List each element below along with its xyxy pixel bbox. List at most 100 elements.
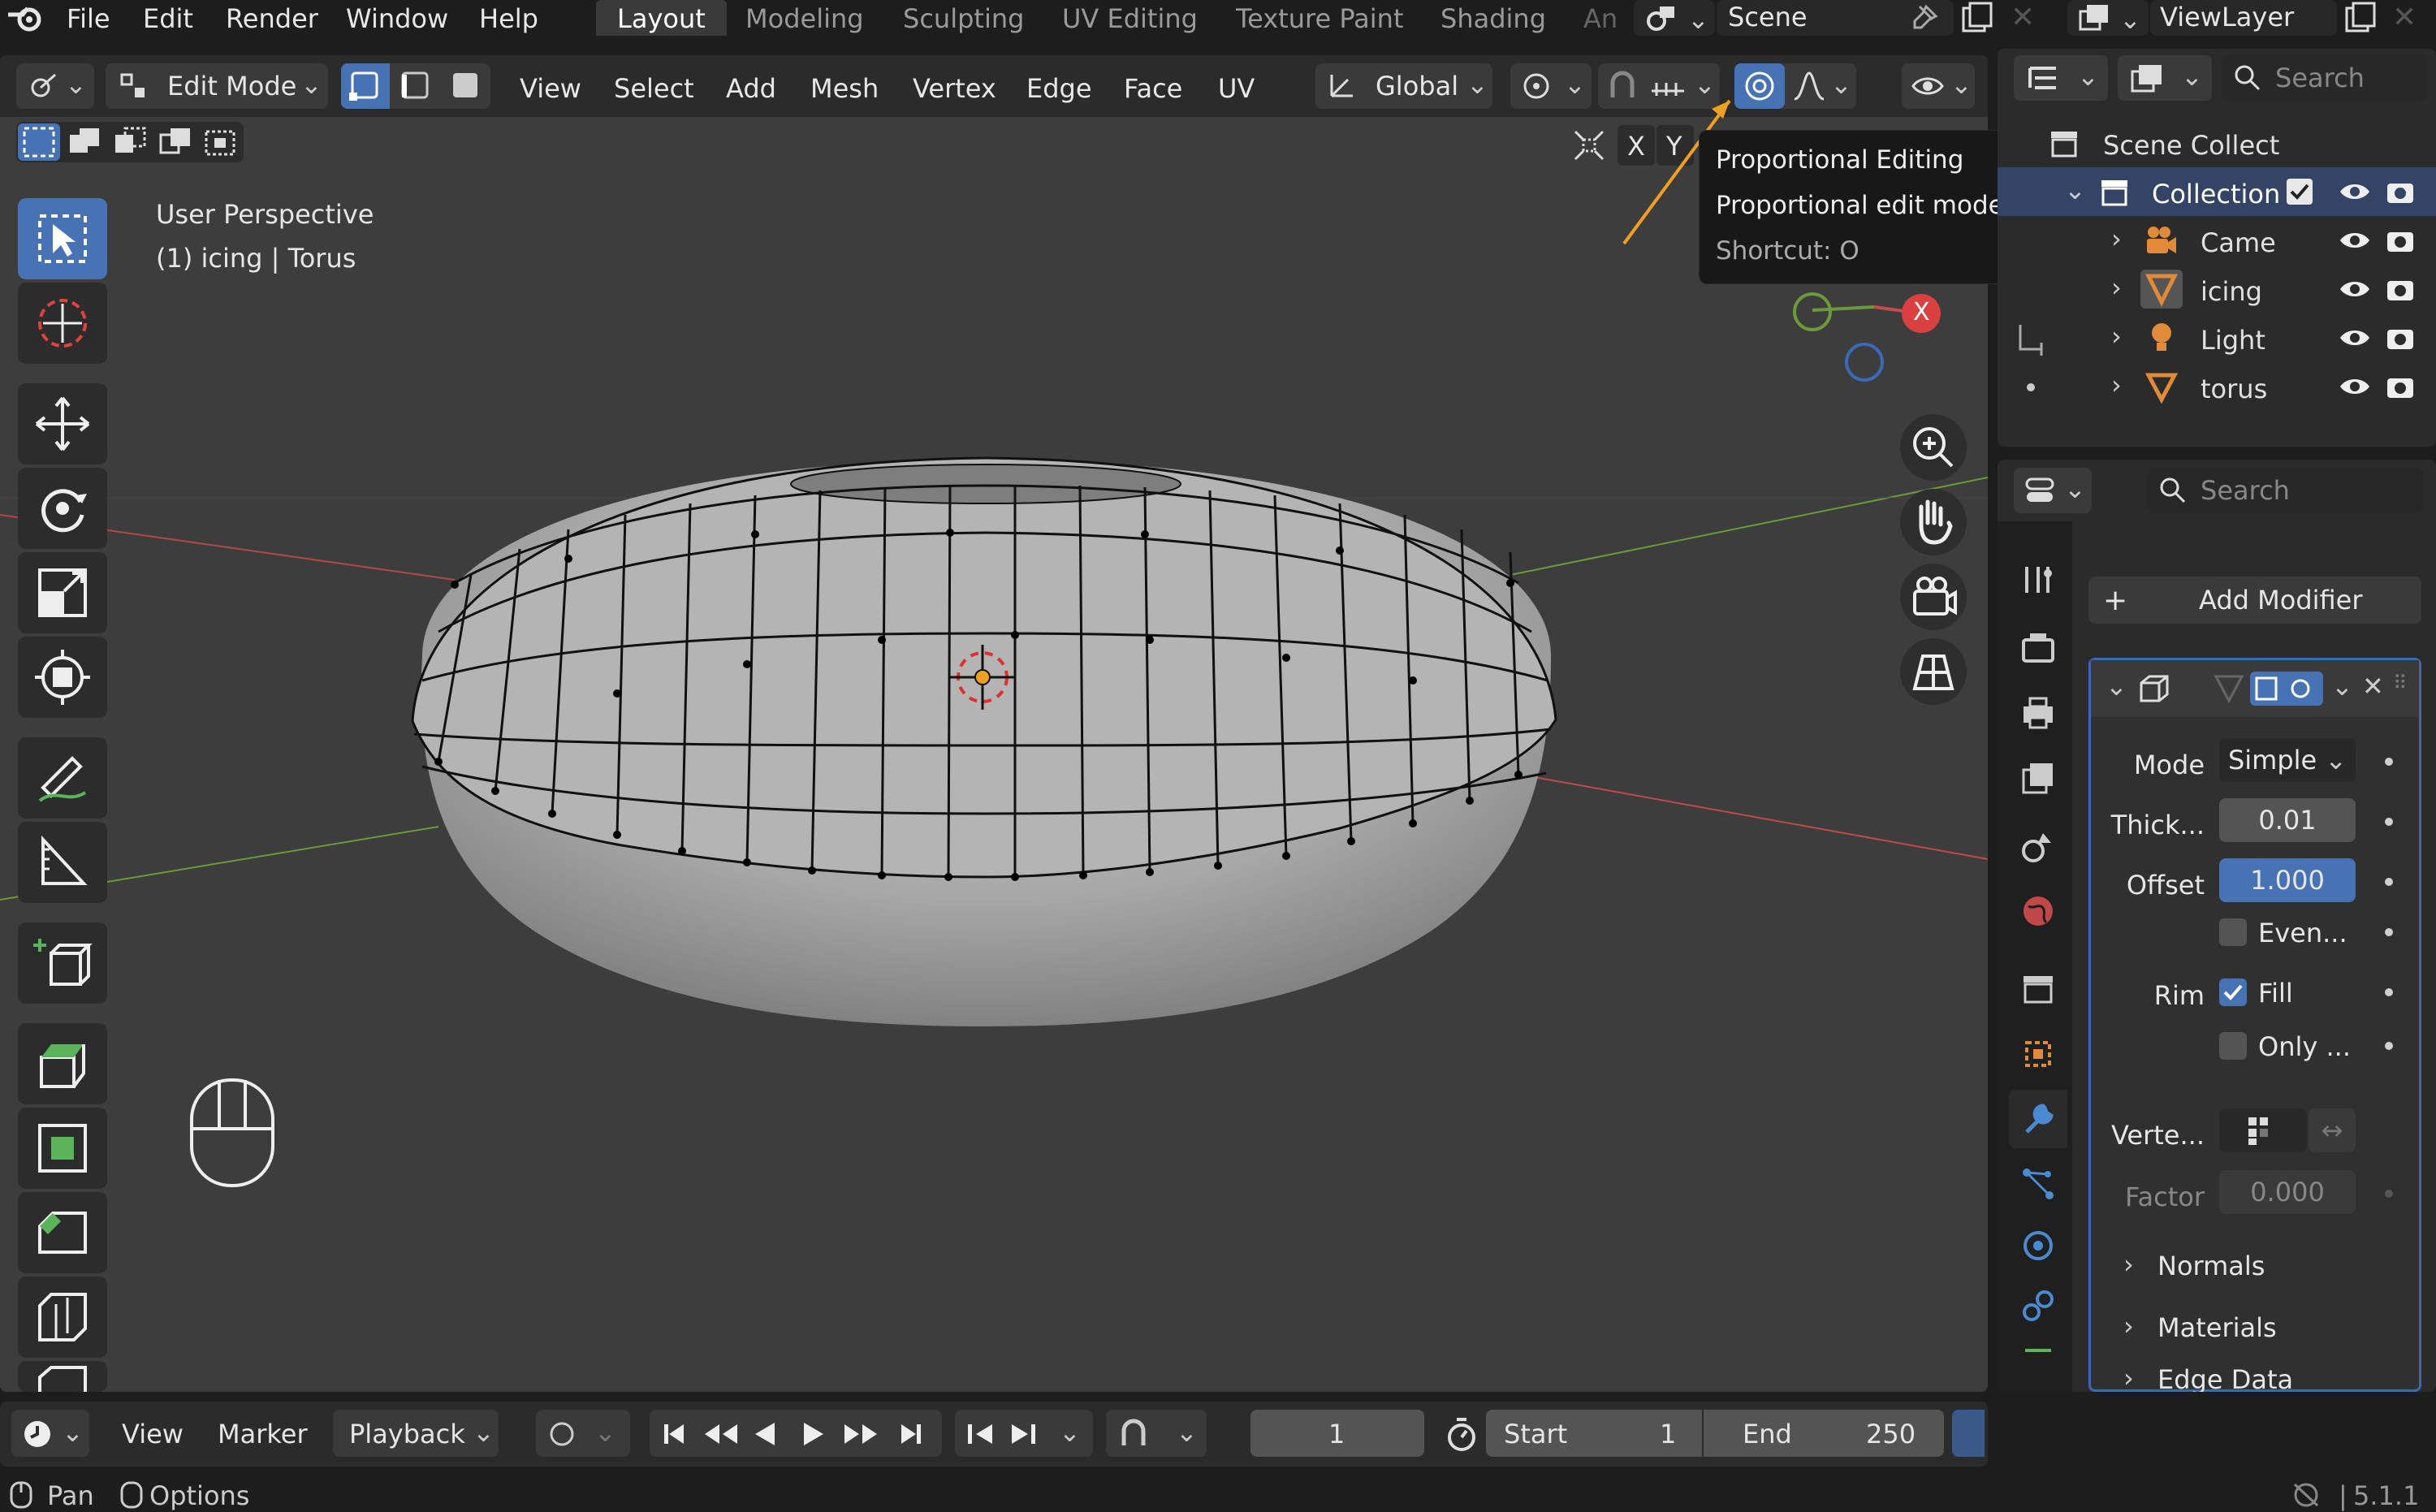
next-keyframe-icon[interactable]	[841, 1418, 880, 1450]
tool-select-box[interactable]	[18, 198, 107, 279]
prev-marker-icon[interactable]	[963, 1418, 999, 1450]
tool-knife[interactable]	[18, 1361, 107, 1392]
display-mode-button[interactable]: ⌄	[2118, 55, 2212, 101]
tool-add-cube[interactable]	[18, 922, 107, 1004]
render-camera-icon[interactable]	[2384, 274, 2417, 304]
view-layer-selector-button[interactable]: ⌄	[2067, 0, 2149, 36]
play-reverse-icon[interactable]	[749, 1418, 781, 1450]
drag-handle-icon[interactable]: ⠿	[2393, 673, 2408, 693]
start-frame-field[interactable]: Start 1	[1486, 1410, 1702, 1457]
chevron-down-icon[interactable]: ⌄	[2064, 177, 2086, 203]
render-camera-icon[interactable]	[2384, 177, 2417, 206]
offset-field[interactable]: 1.000	[2219, 858, 2356, 902]
tab-object[interactable]	[2009, 1025, 2067, 1083]
tool-scale[interactable]	[18, 552, 107, 633]
menu-uv[interactable]: UV	[1218, 73, 1255, 104]
chevron-down-icon[interactable]: ⌄	[1059, 1419, 1081, 1445]
edge-data-subpanel[interactable]: › Edge Data	[2123, 1365, 2416, 1392]
tab-scene[interactable]	[2009, 817, 2067, 875]
delete-view-layer-icon[interactable]: ✕	[2392, 3, 2417, 32]
vertex-group-field[interactable]	[2219, 1108, 2307, 1152]
tab-modifiers[interactable]	[2009, 1090, 2067, 1148]
tab-world[interactable]	[2009, 882, 2067, 940]
render-camera-icon[interactable]	[2384, 323, 2417, 352]
timeline-editor-type-button[interactable]: ⌄	[11, 1410, 89, 1457]
jump-end-icon[interactable]	[895, 1418, 927, 1450]
tool-measure[interactable]	[18, 822, 107, 903]
materials-subpanel[interactable]: › Materials	[2123, 1305, 2416, 1350]
visibility-eye-icon[interactable]	[2337, 177, 2373, 206]
edge-select-button[interactable]	[391, 63, 440, 109]
visibility-eye-icon[interactable]	[2337, 226, 2373, 255]
select-intersect-icon[interactable]	[200, 123, 242, 161]
falloff-curve-icon[interactable]	[1791, 70, 1827, 102]
collection-checkbox[interactable]	[2287, 179, 2313, 205]
outliner-row-camera[interactable]: › Came	[1998, 216, 2436, 265]
tab-particles[interactable]	[2009, 1155, 2067, 1213]
face-select-button[interactable]	[442, 63, 490, 109]
mode-dropdown[interactable]: Simple ⌄	[2219, 738, 2356, 782]
chevron-right-icon[interactable]: ›	[2111, 323, 2122, 349]
pan-button[interactable]	[1900, 489, 1967, 555]
delete-scene-icon[interactable]: ✕	[2011, 3, 2035, 32]
keyframe-dot[interactable]	[2385, 1042, 2393, 1050]
properties-search-input[interactable]: Search	[2147, 468, 2423, 513]
tab-data[interactable]	[2009, 1333, 2067, 1374]
keyframe-dot[interactable]	[2385, 928, 2393, 936]
menu-mesh[interactable]: Mesh	[810, 73, 879, 104]
properties-editor-type-button[interactable]: ⌄	[2014, 468, 2092, 513]
jump-start-icon[interactable]	[658, 1418, 690, 1450]
view-layer-name-field[interactable]: ViewLayer	[2150, 0, 2337, 36]
menu-add[interactable]: Add	[726, 73, 776, 104]
keyframe-dot[interactable]	[2385, 758, 2393, 766]
next-marker-icon[interactable]	[1005, 1418, 1041, 1450]
snapping-dropdown[interactable]: ⌄	[1106, 1410, 1207, 1457]
select-new-button[interactable]	[18, 123, 60, 161]
tool-annotate[interactable]	[18, 737, 107, 819]
tab-modeling[interactable]: Modeling	[745, 0, 864, 36]
tab-render[interactable]	[2009, 619, 2067, 677]
thickness-field[interactable]: 0.01	[2219, 798, 2356, 842]
menu-help[interactable]: Help	[479, 3, 538, 34]
play-icon[interactable]	[797, 1418, 830, 1450]
zoom-button[interactable]	[1900, 414, 1967, 481]
timeline-menu-marker[interactable]: Marker	[218, 1421, 308, 1447]
chevron-down-icon[interactable]: ⌄	[2331, 673, 2353, 699]
ortho-toggle-button[interactable]	[1900, 638, 1967, 705]
pivot-point-dropdown[interactable]: ⌄	[1510, 63, 1592, 109]
normals-subpanel[interactable]: › Normals	[2123, 1243, 2416, 1289]
editor-type-button[interactable]: ⌄	[16, 63, 94, 109]
auto-keying-toggle[interactable]: ⌄	[536, 1410, 630, 1457]
tab-output[interactable]	[2009, 684, 2067, 742]
select-subtract-icon[interactable]	[109, 123, 151, 161]
tab-physics[interactable]	[2009, 1216, 2067, 1275]
tab-sculpting[interactable]: Sculpting	[903, 0, 1024, 36]
new-scene-icon[interactable]	[1959, 0, 1996, 36]
tab-layout[interactable]: Layout	[596, 0, 727, 36]
keyframe-dot[interactable]	[2385, 988, 2393, 996]
menu-file[interactable]: File	[67, 3, 110, 34]
invert-vertex-group-toggle[interactable]: ↔	[2309, 1108, 2356, 1152]
tool-move[interactable]	[18, 383, 107, 464]
end-frame-field[interactable]: End 250	[1704, 1410, 1944, 1457]
show-in-editmode-toggle[interactable]	[2250, 672, 2323, 706]
chevron-right-icon[interactable]: ›	[2111, 226, 2122, 252]
chevron-right-icon[interactable]: ›	[2111, 274, 2122, 300]
keyframe-dot[interactable]	[2385, 818, 2393, 826]
outliner-search-input[interactable]: Search	[2222, 55, 2428, 101]
menu-window[interactable]: Window	[346, 3, 448, 34]
tab-collection[interactable]	[2009, 960, 2067, 1018]
playback-dropdown[interactable]: Playback ⌄	[333, 1410, 499, 1457]
tool-transform[interactable]	[18, 637, 107, 718]
tool-rotate[interactable]	[18, 468, 107, 549]
menu-edit[interactable]: Edit	[143, 3, 193, 34]
mode-selector[interactable]: Edit Mode ⌄	[106, 63, 328, 109]
visibility-eye-icon[interactable]	[2337, 274, 2373, 304]
menu-vertex[interactable]: Vertex	[913, 73, 996, 104]
tool-extrude[interactable]	[18, 1023, 107, 1104]
outliner-editor-type-button[interactable]: ⌄	[2014, 55, 2108, 101]
close-icon[interactable]: ✕	[2362, 673, 2384, 699]
chevron-down-icon[interactable]: ⌄	[2106, 673, 2127, 699]
tool-bevel[interactable]	[18, 1192, 107, 1273]
outliner-row-scene-collection[interactable]: Scene Collect	[1998, 119, 2436, 167]
